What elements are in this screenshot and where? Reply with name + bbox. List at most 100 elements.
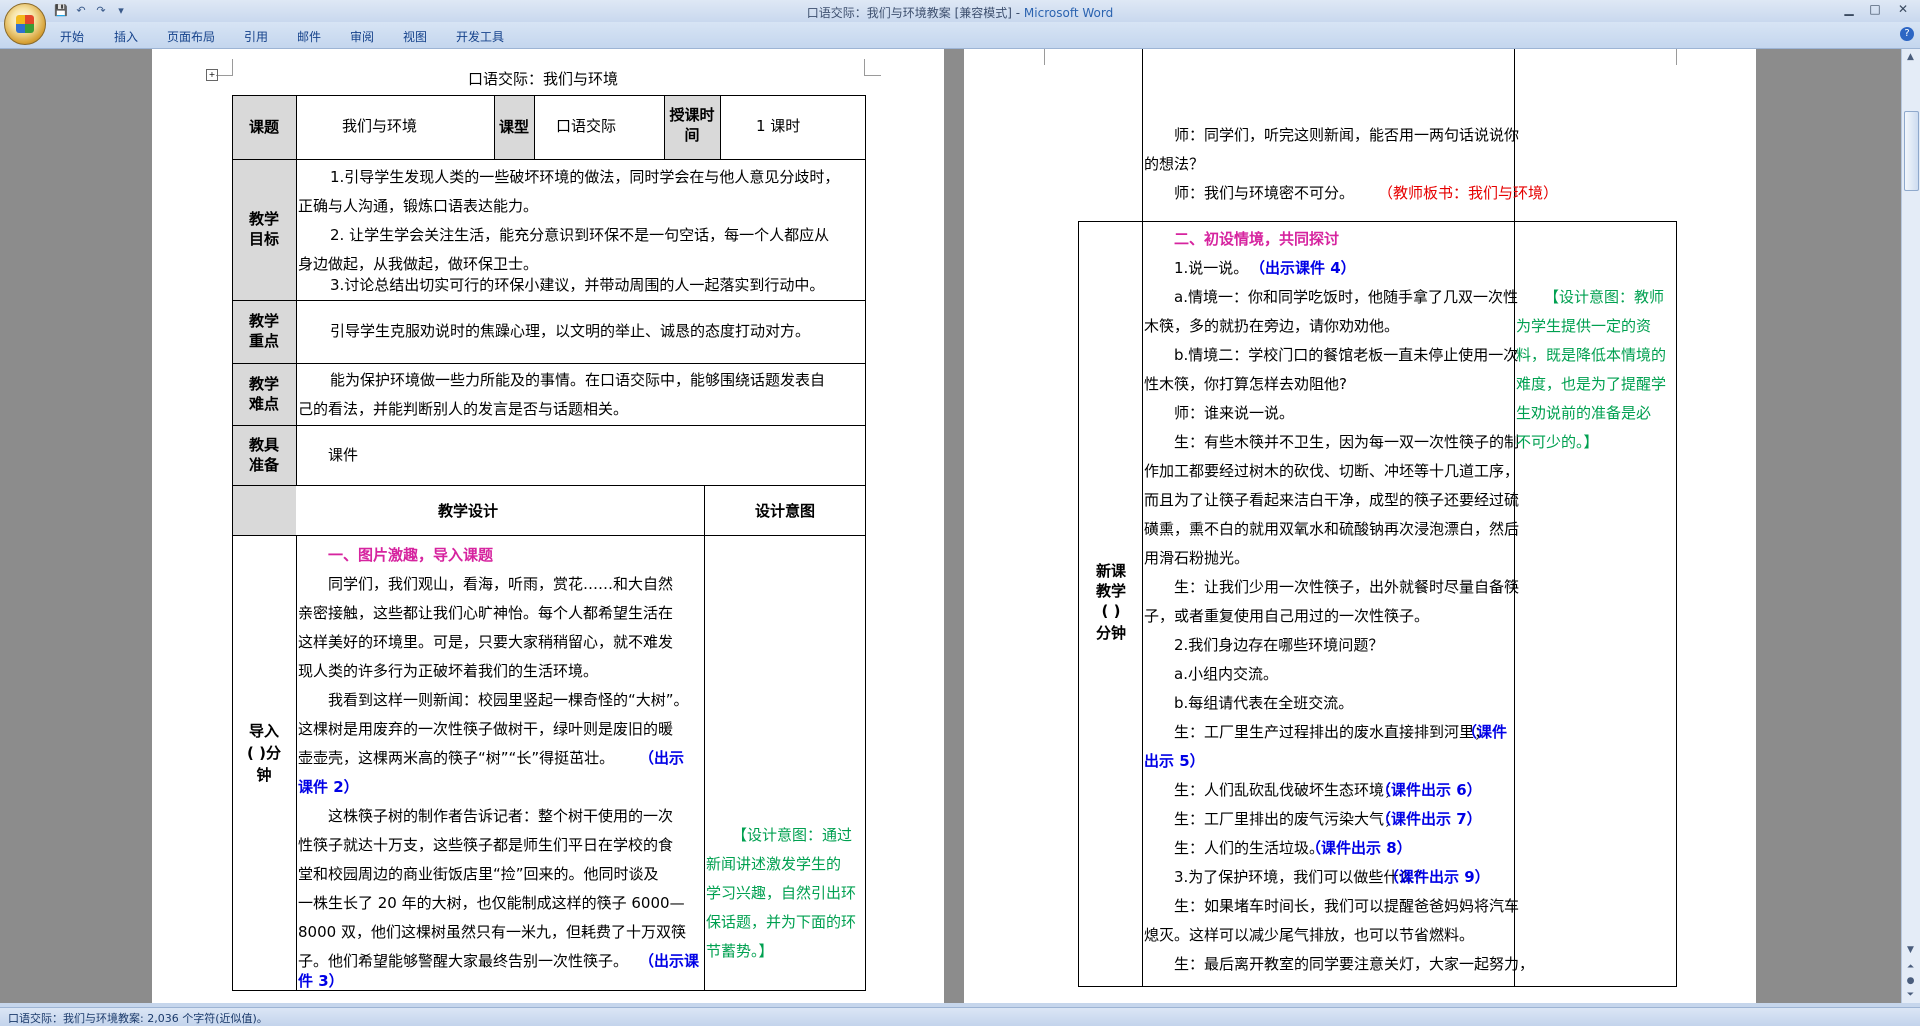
body-line: 这棵树是用废弃的一次性筷子做树干，绿叶则是废旧的暖: [298, 720, 674, 738]
tab-home[interactable]: 开始: [60, 28, 84, 45]
body-line: 生：最后离开教室的同学要注意关灯，大家一起努力，: [1174, 955, 1535, 973]
goal-line: 2. 让学生学会关注生活，能充分意识到环保不是一句空话，每一个人都应从: [330, 226, 830, 244]
intent-line: 生劝说前的准备是必: [1516, 404, 1652, 422]
next-page-icon[interactable]: ⏷: [1904, 989, 1917, 1002]
table-border: [1676, 221, 1677, 987]
minimize-button[interactable]: ▁: [1836, 2, 1862, 18]
table-move-handle[interactable]: +: [206, 69, 218, 81]
new-lesson-label: 教学: [1095, 582, 1126, 600]
ribbon-tabs: 开始 插入 页面布局 引用 邮件 审阅 视图 开发工具 ?: [0, 22, 1920, 49]
page-1: + 口语交际：我们与环境 课题 我们与环境 课型 口语交际 授课时间 1 课时: [152, 49, 944, 1003]
office-button[interactable]: [4, 3, 46, 45]
section-heading: 二、初设情境，共同探讨: [1174, 230, 1340, 248]
tab-insert[interactable]: 插入: [114, 28, 138, 45]
courseware-ref: （出示: [639, 749, 685, 767]
body-line: 磺熏，熏不白的就用双氧水和硫酸钠再次浸泡漂白，然后: [1144, 520, 1520, 538]
body-line: 子，或者重复使用自己用过的一次性筷子。: [1144, 607, 1430, 625]
table-border: [534, 95, 535, 159]
intent-line: 料，既是降低本情境的: [1516, 346, 1667, 364]
tab-view[interactable]: 视图: [403, 28, 427, 45]
tab-page-layout[interactable]: 页面布局: [167, 28, 215, 45]
body-line: 用滑石粉抛光。: [1144, 549, 1250, 567]
intent-line: 新闻讲述激发学生的: [706, 855, 842, 873]
body-line: 而且为了让筷子看起来洁白干净，成型的筷子还要经过硫: [1144, 491, 1520, 509]
margin-corner: [864, 59, 881, 76]
body-line: 生：有些木筷并不卫生，因为每一双一次性筷子的制: [1174, 433, 1520, 451]
help-icon[interactable]: ?: [1900, 27, 1914, 41]
tab-references[interactable]: 引用: [244, 28, 268, 45]
tab-mailings[interactable]: 邮件: [297, 28, 321, 45]
label-difficulties: 教学难点: [248, 375, 279, 413]
intent-line: 【设计意图：通过: [732, 826, 853, 844]
difficulty-line: 能为保护环境做一些力所能及的事情。在口语交际中，能够围绕话题发表自: [330, 371, 826, 389]
word-count[interactable]: 口语交际：我们与环境教案: 2,036 个字符(近似值)。: [8, 1010, 268, 1026]
courseware-ref: （课件出示 7）: [1376, 810, 1482, 828]
body-line: 现人类的许多行为正破坏着我们的生活环境。: [298, 662, 599, 680]
new-lesson-label: ( ): [1101, 602, 1121, 620]
label-type: 课型: [498, 118, 529, 136]
section-heading: 一、图片激趣，导入课题: [328, 546, 494, 564]
time-value: 1 课时: [756, 117, 801, 135]
browse-object-icon[interactable]: ●: [1904, 975, 1917, 988]
goal-line: 正确与人沟通，锻炼口语表达能力。: [298, 197, 539, 215]
intent-line: 【设计意图：教师: [1544, 288, 1665, 306]
table-border: [232, 535, 866, 536]
maximize-button[interactable]: □: [1862, 2, 1888, 18]
topic-value: 我们与环境: [342, 117, 418, 135]
document-area[interactable]: + 口语交际：我们与环境 课题 我们与环境 课型 口语交际 授课时间 1 课时: [0, 49, 1902, 1003]
prev-page-icon[interactable]: ⏶: [1904, 961, 1917, 974]
board-writing: （教师板书：我们与环境）: [1378, 184, 1559, 202]
body-line: 8000 双，他们这棵树虽然只有一米九，但耗费了十万双筷: [298, 923, 686, 941]
table-border: [232, 300, 866, 301]
label-tools: 教具准备: [248, 436, 279, 474]
body-line: 我看到这样一则新闻：校园里竖起一棵奇怪的“大树”。: [328, 691, 689, 709]
intent-line: 节蓄势。】: [706, 942, 774, 960]
courseware-ref: 课件 2）: [298, 778, 359, 796]
vertical-scrollbar[interactable]: ▲ ▼ ⏶ ● ⏷: [1901, 49, 1920, 1003]
scroll-down-icon[interactable]: ▼: [1904, 944, 1917, 957]
courseware-ref: 件 3）: [298, 972, 344, 990]
body-line: 师：谁来说一说。: [1174, 404, 1295, 422]
body-line: b.情境二：学校门口的餐馆老板一直未停止使用一次: [1174, 346, 1519, 364]
label-goals: 教学目标: [248, 210, 279, 248]
page-2: 师：同学们，听完这则新闻，能否用一两句话说说你 的想法？ 师：我们与环境密不可分…: [964, 49, 1756, 1003]
body-line: 生：工厂里排出的废气污染大气；: [1174, 810, 1400, 828]
table-border: [1078, 221, 1079, 987]
table-border: [865, 95, 866, 991]
body-line: 堂和校园周边的商业街饭店里“捡”回来的。他同时谈及: [298, 865, 659, 883]
body-line: 壶壶壳，这棵两米高的筷子“树”“长”得挺茁壮。: [298, 749, 615, 767]
body-line: 生：让我们少用一次性筷子，出外就餐时尽量自备筷: [1174, 578, 1520, 596]
body-line: a.情境一：你和同学吃饭时，他随手拿了几双一次性: [1174, 288, 1518, 306]
scroll-thumb[interactable]: [1904, 111, 1919, 191]
body-line: 生：人们的生活垃圾。: [1174, 839, 1325, 857]
body-line: 这样美好的环境里。可是，只要大家稍稍留心，就不难发: [298, 633, 674, 651]
table-border: [720, 95, 721, 159]
table-border: [296, 535, 297, 991]
tab-review[interactable]: 审阅: [350, 28, 374, 45]
label-topic: 课题: [248, 118, 279, 136]
title-doc: 口语交际：我们与环境教案 [兼容模式] -: [806, 6, 1024, 20]
new-lesson-label: 新课: [1095, 562, 1126, 580]
body-line: b.每组请代表在全班交流。: [1174, 694, 1354, 712]
body-line: 2.我们身边存在哪些环境问题？: [1174, 636, 1384, 654]
label-key-points: 教学重点: [248, 312, 279, 350]
table-border: [232, 95, 233, 991]
scroll-up-icon[interactable]: ▲: [1904, 51, 1917, 64]
intro-label: 导入: [248, 722, 279, 740]
body-line: 木筷，多的就扔在旁边，请你劝劝他。: [1144, 317, 1400, 335]
goal-line: 1.引导学生发现人类的一些破坏环境的做法，同时学会在与他人意见分歧时，: [330, 168, 840, 186]
title-bar: 💾 ↶ ↷ ▾ 口语交际：我们与环境教案 [兼容模式] - Microsoft …: [0, 0, 1920, 22]
body-line: 亲密接触，这些都让我们心旷神怡。每个人都希望生活在: [298, 604, 674, 622]
body-line: 的想法？: [1144, 155, 1205, 173]
body-line: 生：工厂里生产过程排出的废水直接排到河里；: [1174, 723, 1490, 741]
close-button[interactable]: ✕: [1890, 2, 1916, 18]
goal-line: 3.讨论总结出切实可行的环保小建议，并带动周围的人一起落实到行动中。: [330, 276, 825, 294]
difficulty-line: 己的看法，并能判断别人的发言是否与话题相关。: [298, 400, 629, 418]
status-bar: 口语交际：我们与环境教案: 2,036 个字符(近似值)。: [0, 1007, 1920, 1026]
tab-developer[interactable]: 开发工具: [456, 28, 504, 45]
title-app: Microsoft Word: [1023, 6, 1114, 20]
intro-label: ( )分: [247, 744, 281, 762]
intent-line: 不可少的。】: [1516, 433, 1599, 451]
new-lesson-label: 分钟: [1095, 624, 1126, 642]
table-border: [1142, 49, 1143, 987]
